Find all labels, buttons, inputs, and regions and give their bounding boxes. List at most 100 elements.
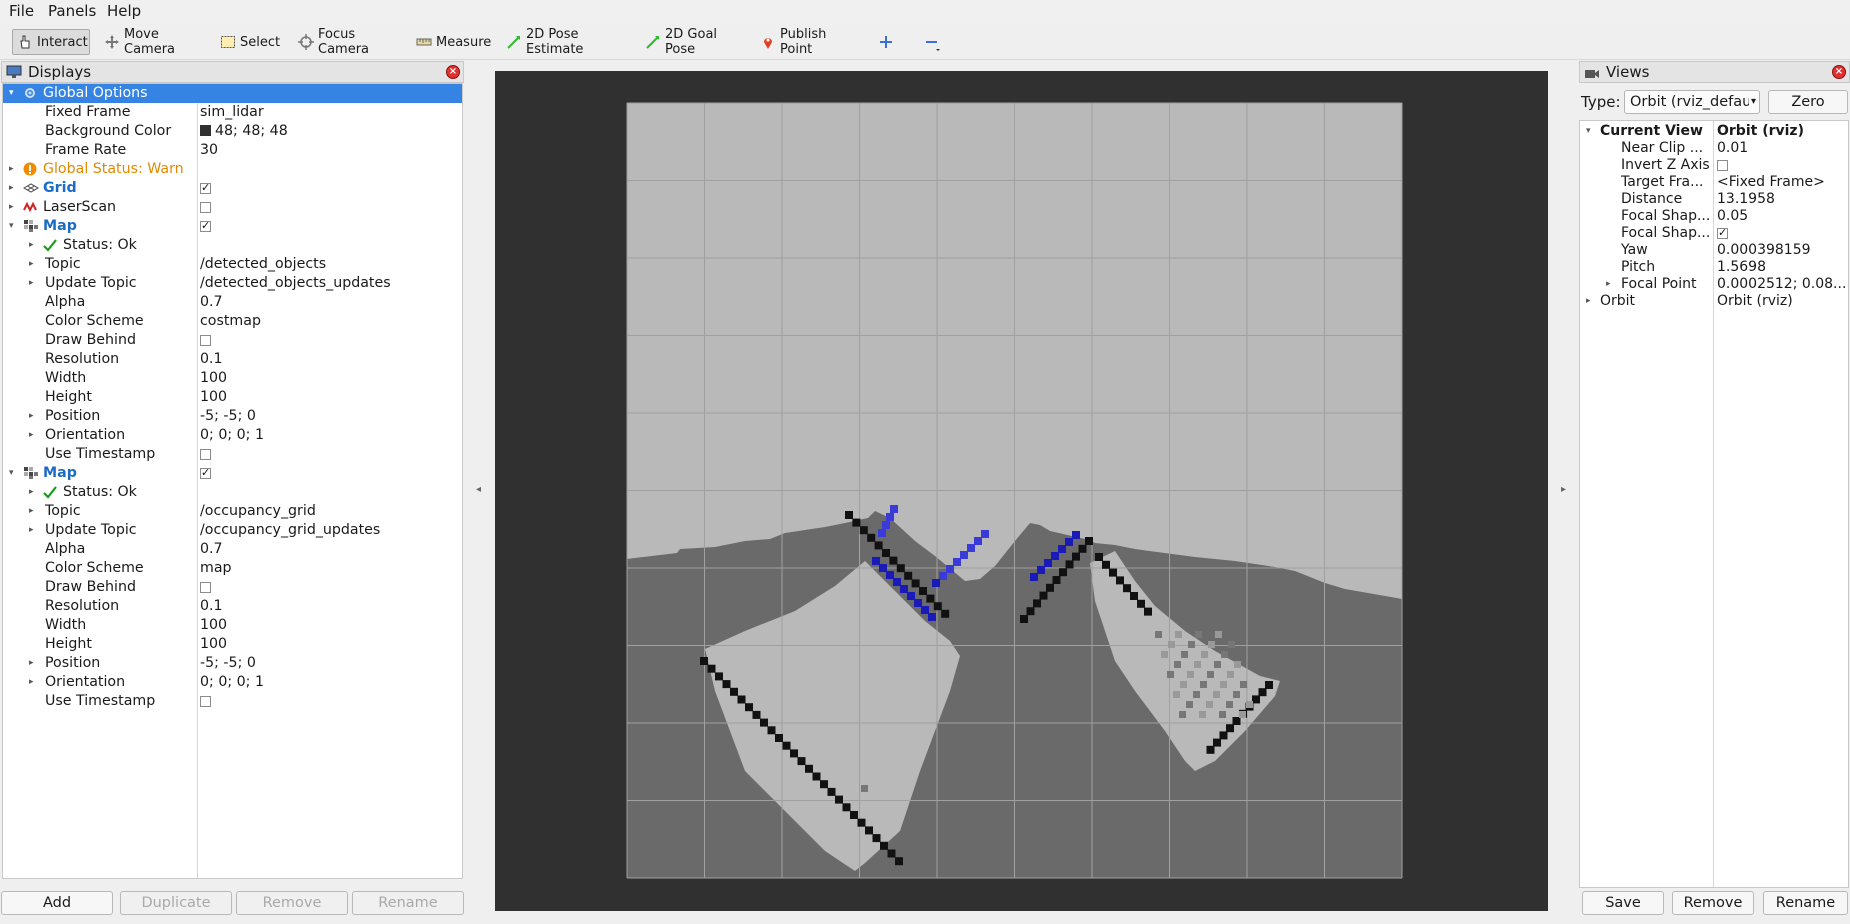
view-row[interactable]: Focal Shap... ✓: [1580, 225, 1848, 242]
select-tool-button[interactable]: Select: [216, 29, 286, 55]
add-display-button[interactable]: Add: [1, 891, 113, 915]
menu-panels[interactable]: Panels: [48, 2, 96, 20]
interact-tool-button[interactable]: Interact: [12, 29, 90, 55]
view-row-value[interactable]: Orbit (rviz): [1717, 123, 1804, 140]
collapse-left-handle[interactable]: ◂: [476, 484, 481, 495]
display-row[interactable]: ▸ Topic/occupancy_grid: [3, 502, 462, 521]
menu-file[interactable]: File: [9, 2, 34, 20]
display-row-value[interactable]: 0.1: [200, 597, 223, 616]
measure-tool-button[interactable]: Measure: [412, 29, 491, 55]
expand-arrow-right-icon[interactable]: ▸: [29, 260, 37, 269]
pose-estimate-tool-button[interactable]: 2D Pose Estimate: [502, 27, 628, 57]
remove-view-button[interactable]: Remove: [1672, 891, 1754, 915]
view-row-value[interactable]: 1.5698: [1717, 259, 1766, 276]
occupancy-map-render[interactable]: [495, 71, 1548, 911]
zero-view-button[interactable]: Zero: [1768, 90, 1848, 114]
display-row-value[interactable]: 0.7: [200, 293, 223, 312]
display-row-value[interactable]: 100: [200, 635, 227, 654]
display-row-checkbox[interactable]: ✓: [200, 182, 211, 194]
display-row[interactable]: Resolution 0.1: [3, 597, 462, 616]
displays-tree[interactable]: ▾ Global Options Fixed Frame sim_lidar Backg…: [2, 83, 463, 879]
display-row[interactable]: ▸ Grid ✓: [3, 179, 462, 198]
view-row[interactable]: Target Fra... <Fixed Frame>: [1580, 174, 1848, 191]
display-row-value[interactable]: /occupancy_grid_updates: [200, 521, 380, 540]
display-row-checkbox[interactable]: [200, 335, 211, 346]
view-row-value[interactable]: 0.05: [1717, 208, 1748, 225]
view-row-value[interactable]: <Fixed Frame>: [1717, 174, 1825, 191]
display-row-value[interactable]: -5; -5; 0: [200, 407, 256, 426]
collapse-right-handle[interactable]: ▸: [1561, 484, 1566, 495]
display-row[interactable]: Height 100: [3, 635, 462, 654]
expand-arrow-right-icon[interactable]: ▸: [9, 203, 17, 212]
rename-display-button[interactable]: Rename: [352, 891, 464, 915]
expand-arrow-right-icon[interactable]: ▸: [9, 184, 17, 193]
display-row[interactable]: ▸ Status: Ok: [3, 236, 462, 255]
display-row-value[interactable]: 100: [200, 616, 227, 635]
display-row-value[interactable]: 100: [200, 369, 227, 388]
display-row[interactable]: Height 100: [3, 388, 462, 407]
view-row[interactable]: ▸ Orbit Orbit (rviz): [1580, 293, 1848, 310]
display-row[interactable]: Alpha 0.7: [3, 540, 462, 559]
display-row[interactable]: Use Timestamp: [3, 445, 462, 464]
add-tool-button[interactable]: [874, 29, 896, 55]
expand-arrow-right-icon[interactable]: ▸: [1586, 297, 1594, 306]
view-row-value[interactable]: 0.000398159: [1717, 242, 1811, 259]
views-close-button[interactable]: ×: [1832, 65, 1846, 79]
display-row[interactable]: ▸ Orientation 0; 0; 0; 1: [3, 426, 462, 445]
expand-arrow-right-icon[interactable]: ▸: [29, 241, 37, 250]
display-row[interactable]: Background Color 48; 48; 48: [3, 122, 462, 141]
view-row[interactable]: Pitch 1.5698: [1580, 259, 1848, 276]
display-row[interactable]: Width 100: [3, 369, 462, 388]
remove-display-button[interactable]: Remove: [236, 891, 348, 915]
display-row[interactable]: Alpha 0.7: [3, 293, 462, 312]
expand-arrow-right-icon[interactable]: ▸: [29, 526, 37, 535]
expand-arrow-right-icon[interactable]: ▸: [29, 431, 37, 440]
display-row[interactable]: Frame Rate 30: [3, 141, 462, 160]
color-swatch[interactable]: [200, 125, 211, 136]
expand-arrow-down-icon[interactable]: ▾: [1586, 127, 1594, 136]
display-row-checkbox[interactable]: ✓: [200, 467, 211, 479]
menu-help[interactable]: Help: [107, 2, 141, 20]
view-row[interactable]: ▾ Current View Orbit (rviz): [1580, 123, 1848, 140]
expand-arrow-right-icon[interactable]: ▸: [29, 279, 37, 288]
rename-view-button[interactable]: Rename: [1763, 891, 1848, 915]
display-row[interactable]: Color Scheme costmap: [3, 312, 462, 331]
display-row[interactable]: Use Timestamp: [3, 692, 462, 711]
display-row-value[interactable]: costmap: [200, 312, 261, 331]
display-row[interactable]: Draw Behind: [3, 331, 462, 350]
display-row[interactable]: Color Scheme map: [3, 559, 462, 578]
display-row[interactable]: ▸ Global Status: Warn: [3, 160, 462, 179]
display-row[interactable]: ▸ Update Topic/detected_objects_updates: [3, 274, 462, 293]
display-row[interactable]: ▸ Orientation 0; 0; 0; 1: [3, 673, 462, 692]
render-viewport[interactable]: [495, 71, 1548, 911]
display-row-value[interactable]: /occupancy_grid: [200, 502, 316, 521]
display-row-value[interactable]: /detected_objects_updates: [200, 274, 391, 293]
expand-arrow-right-icon[interactable]: ▸: [29, 678, 37, 687]
display-row[interactable]: Draw Behind: [3, 578, 462, 597]
display-row[interactable]: Fixed Frame sim_lidar: [3, 103, 462, 122]
view-type-select[interactable]: Orbit (rviz_defau ▾: [1624, 90, 1760, 114]
view-row[interactable]: Invert Z Axis: [1580, 157, 1848, 174]
display-row-checkbox[interactable]: [200, 696, 211, 707]
display-row[interactable]: ▾ Map ✓: [3, 464, 462, 483]
display-row-value[interactable]: 0.1: [200, 350, 223, 369]
expand-arrow-right-icon[interactable]: ▸: [29, 659, 37, 668]
expand-arrow-right-icon[interactable]: ▸: [29, 507, 37, 516]
display-row[interactable]: ▸ Position -5; -5; 0: [3, 654, 462, 673]
duplicate-display-button[interactable]: Duplicate: [120, 891, 232, 915]
display-row[interactable]: ▸ LaserScan: [3, 198, 462, 217]
move-camera-tool-button[interactable]: Move Camera: [100, 27, 200, 57]
display-row-value[interactable]: sim_lidar: [200, 103, 264, 122]
views-tree[interactable]: ▾ Current View Orbit (rviz) Near Clip ... 0.…: [1579, 120, 1849, 888]
display-row-checkbox[interactable]: ✓: [200, 220, 211, 232]
view-row-value[interactable]: 0.0002512; 0.08...: [1717, 276, 1846, 293]
view-row[interactable]: Distance 13.1958: [1580, 191, 1848, 208]
expand-arrow-right-icon[interactable]: ▸: [1606, 280, 1614, 289]
display-row[interactable]: ▾ Global Options: [3, 84, 462, 103]
display-row-checkbox[interactable]: [200, 582, 211, 593]
view-row[interactable]: Yaw 0.000398159: [1580, 242, 1848, 259]
save-view-button[interactable]: Save: [1582, 891, 1664, 915]
expand-arrow-right-icon[interactable]: ▸: [29, 488, 37, 497]
display-row-value[interactable]: -5; -5; 0: [200, 654, 256, 673]
display-row[interactable]: ▸ Position -5; -5; 0: [3, 407, 462, 426]
